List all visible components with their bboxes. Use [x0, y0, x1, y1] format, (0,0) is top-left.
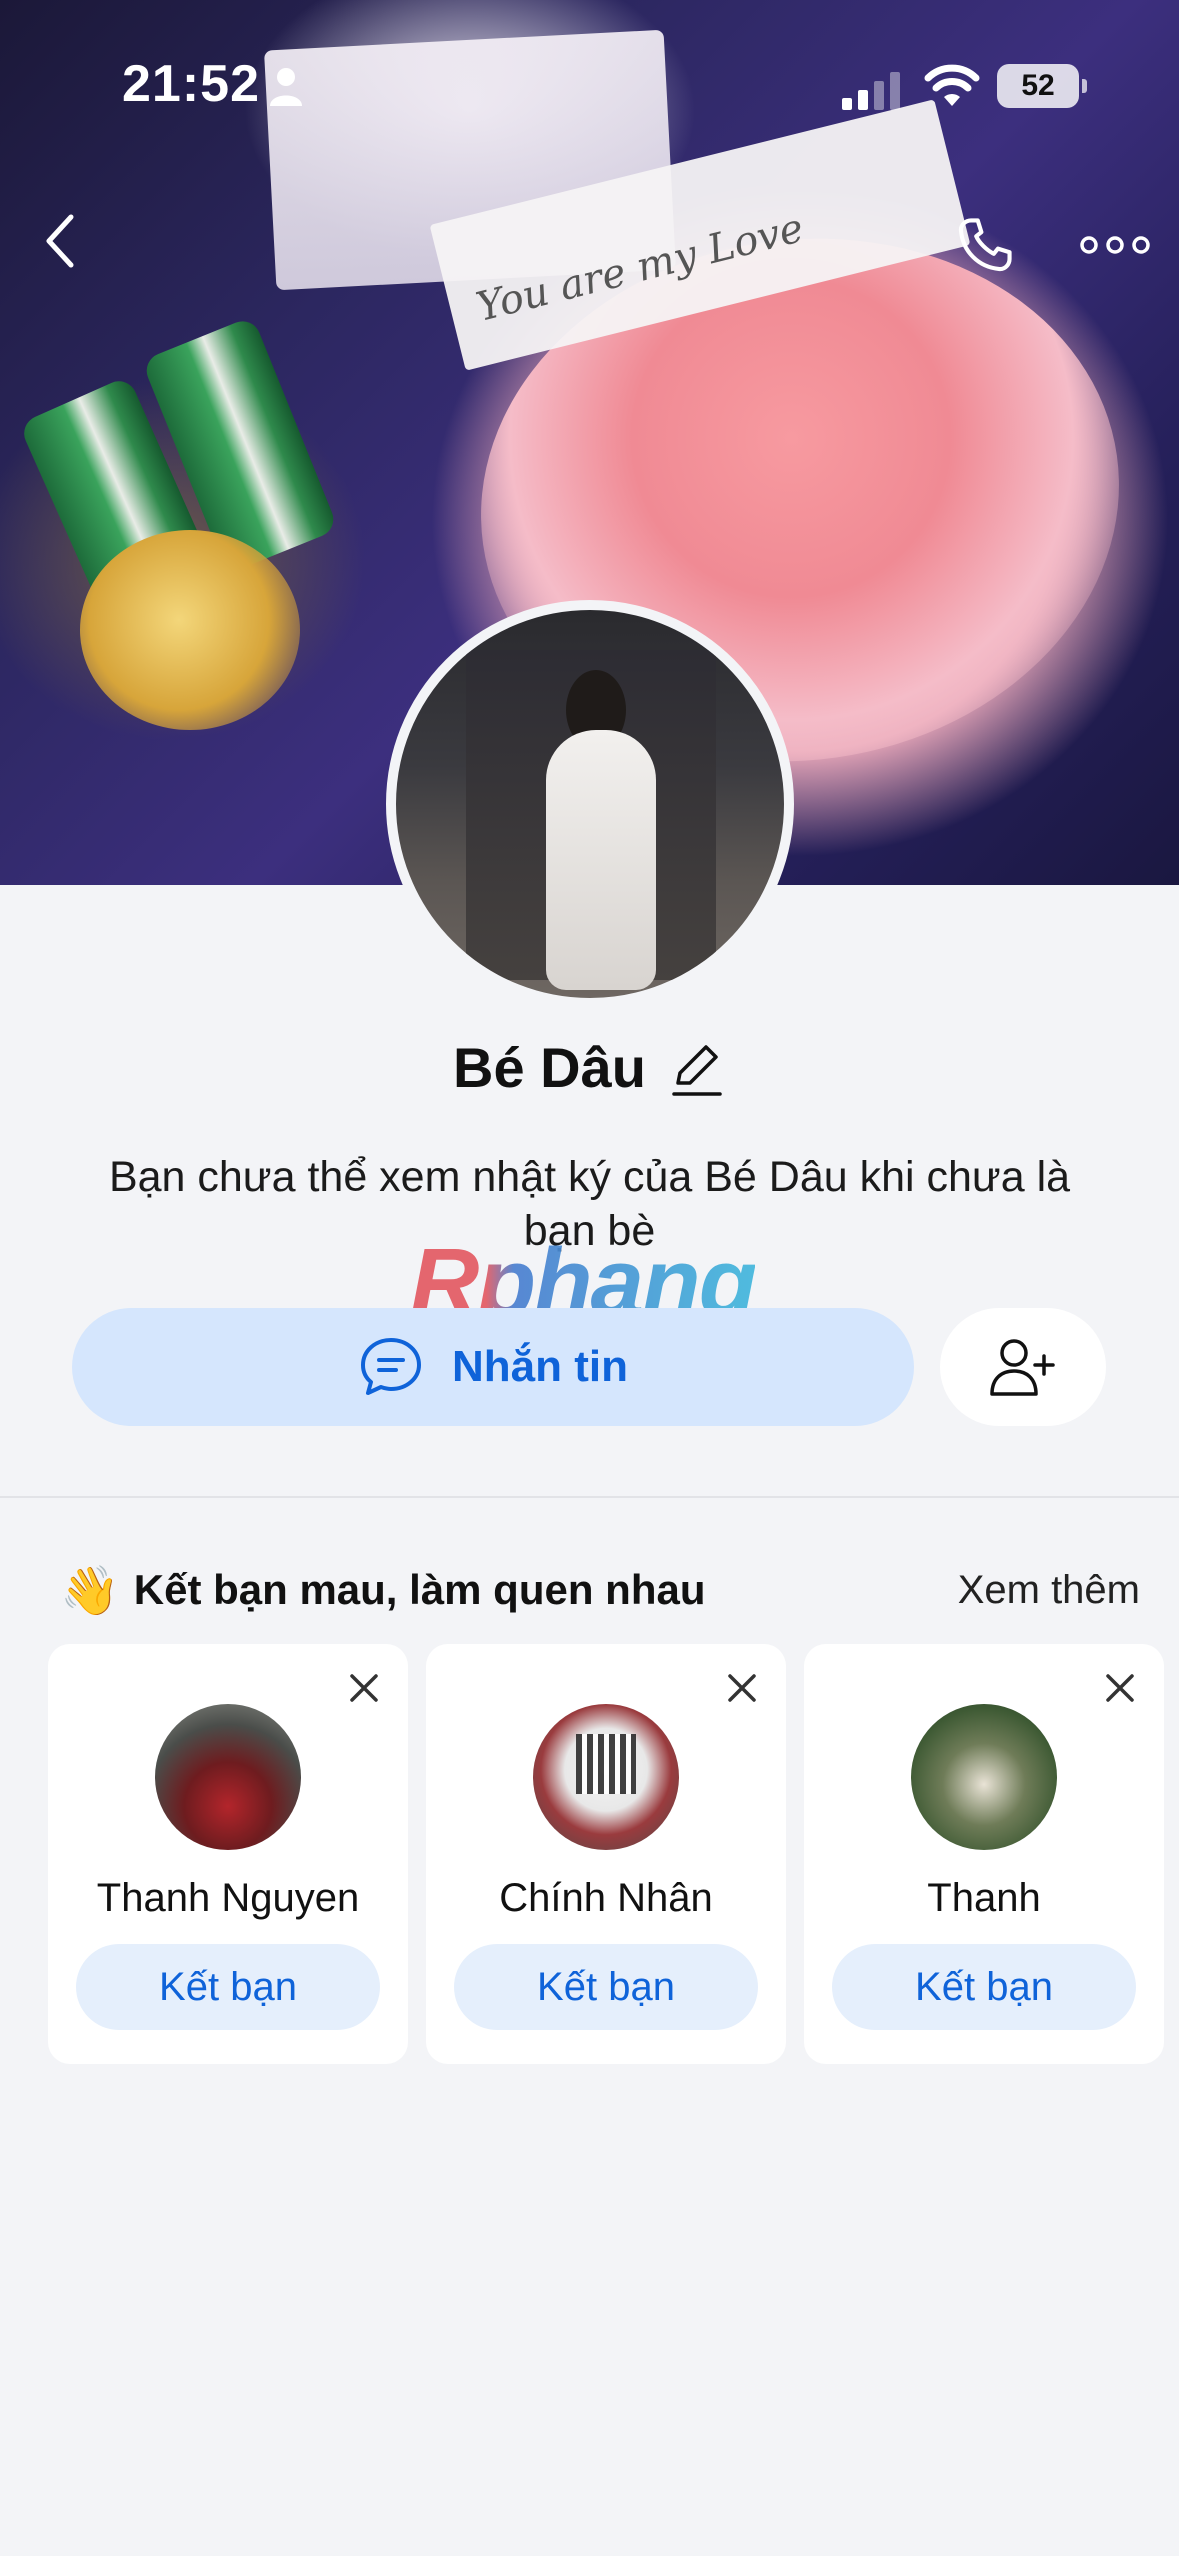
suggestion-name: Chính Nhân: [499, 1876, 713, 1920]
suggestion-avatar[interactable]: [533, 1704, 679, 1850]
dismiss-button[interactable]: [342, 1666, 386, 1710]
suggestion-card[interactable]: Thanh Kết bạn: [804, 1644, 1164, 2064]
suggestion-card[interactable]: Chính Nhân Kết bạn: [426, 1644, 786, 2064]
cellular-signal-icon: [842, 72, 900, 110]
suggestion-cards: Thanh Nguyen Kết bạn Chính Nhân Kết bạn: [48, 1644, 1168, 2064]
profile-avatar[interactable]: [386, 600, 794, 1008]
profile-screen: You are my Love 21:52 52 Bé Dâu Bạn chưa…: [0, 0, 1179, 2556]
dismiss-button[interactable]: [720, 1666, 764, 1710]
close-icon: [350, 1674, 378, 1702]
friend-suggestions-header: 👋 Kết bạn mau, làm quen nhau Xem thêm: [60, 1560, 1140, 1620]
suggestions-title-text: Kết bạn mau, làm quen nhau: [133, 1566, 706, 1613]
edit-name-button[interactable]: [668, 1039, 726, 1097]
battery-indicator: 52: [997, 64, 1087, 108]
chevron-left-icon: [46, 214, 74, 268]
back-button[interactable]: [26, 206, 96, 276]
call-button[interactable]: [950, 210, 1020, 280]
chat-bubble-icon: [361, 1338, 421, 1395]
battery-level: 52: [1021, 69, 1055, 102]
wifi-icon: [924, 64, 980, 106]
close-icon: [1106, 1674, 1134, 1702]
add-friend-button[interactable]: [940, 1308, 1106, 1426]
dismiss-button[interactable]: [1098, 1666, 1142, 1710]
suggestion-name: Thanh Nguyen: [96, 1876, 360, 1920]
status-bar: 21:52 52: [0, 0, 1179, 170]
qr-code-image: [576, 1734, 636, 1794]
suggestion-avatar[interactable]: [911, 1704, 1057, 1850]
message-button[interactable]: Nhắn tin: [72, 1308, 914, 1426]
phone-icon: [958, 218, 1012, 272]
profile-name-row: Bé Dâu: [0, 1035, 1179, 1100]
cover-glass: [80, 530, 300, 730]
add-friend-button[interactable]: Kết bạn: [832, 1944, 1136, 2030]
see-more-link[interactable]: Xem thêm: [958, 1568, 1140, 1613]
waving-hand-icon: 👋: [60, 1564, 120, 1618]
suggestion-card[interactable]: Thanh Nguyen Kết bạn: [48, 1644, 408, 2064]
suggestion-avatar[interactable]: [155, 1704, 301, 1850]
close-icon: [728, 1674, 756, 1702]
person-icon: [270, 68, 302, 106]
more-horizontal-icon: [1080, 236, 1150, 254]
friend-suggestions-title: 👋 Kết bạn mau, làm quen nhau: [60, 1562, 706, 1619]
profile-name: Bé Dâu: [453, 1036, 646, 1099]
status-time: 21:52: [122, 55, 260, 113]
suggestion-name: Thanh: [927, 1876, 1041, 1920]
add-friend-button[interactable]: Kết bạn: [76, 1944, 380, 2030]
section-divider: [0, 1496, 1179, 1498]
avatar-figure: [546, 730, 656, 990]
add-friend-button[interactable]: Kết bạn: [454, 1944, 758, 2030]
more-options-button[interactable]: [1070, 210, 1160, 280]
pencil-icon: [672, 1044, 722, 1096]
user-plus-icon: [990, 1339, 1055, 1396]
message-button-label: Nhắn tin: [452, 1342, 628, 1391]
